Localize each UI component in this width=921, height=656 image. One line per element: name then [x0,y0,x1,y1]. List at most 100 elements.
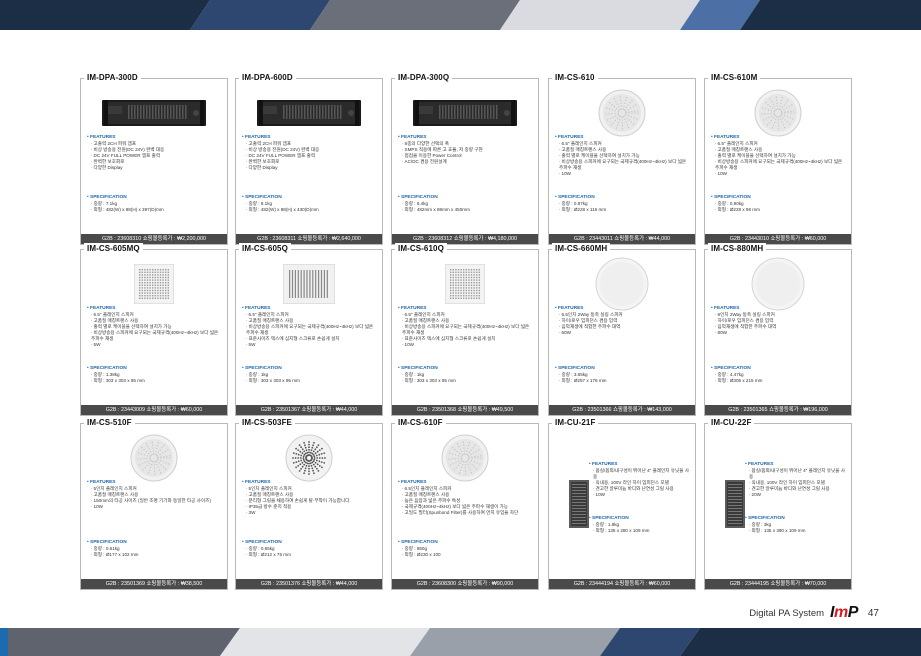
feature-item: 60W [559,330,691,336]
product-model: IM-CS-610F [395,417,446,429]
spec-section: • SPECIFICATION중량 : 6.4kg외형 : 482mm x 88… [398,195,534,213]
spec-item: 외형 : 482mm x 88mm x 450mm [402,207,534,213]
flat-round-speaker-icon [549,257,695,311]
price-bar: G2B : 23444194 쇼핑몰등록가 : ₩60,000 [549,579,695,589]
spec-section: • SPECIFICATION중량 : 1.38kg외형 : 303 x 303… [87,366,223,384]
spec-section: • SPECIFICATION중량 : 8.1kg외형 : 482(W) x 8… [242,195,378,213]
spec-item: 외형 : 482(W) x 88(H) x 430(D)mm [246,207,378,213]
feature-item: 10W [91,504,223,510]
spec-section: • SPECIFICATION중량 : 3.65kg외형 : Ø257 x 17… [555,366,691,384]
product-model: IM-CS-605Q [239,243,291,255]
price-bar: G2B : 23501366 쇼핑몰등록가 : ₩143,000 [549,405,695,415]
features-section: • FEATURES6.5" 플레인지 스피커고품질 매칭트랜스 사용출력 별로… [711,135,847,177]
product-card: IM-CS-503FE • FEATURES5인치 플레인지 스피커고품질 매칭트… [235,417,383,590]
feature-item: 10W [559,171,691,177]
price-bar: G2B : 23501376 쇼핑몰등록가 : ₩44,000 [236,579,382,589]
features-section: • FEATURES6.5인치 2Way 동축 실링 스피커하이/로우 임피던스… [555,306,691,336]
product-card: IM-CU-21F • FEATURES옵실/옵외/내구성이 뛰어난 4" 플레인… [548,417,696,590]
spec-item: 외형 : 303 x 303 x 95 mm [91,378,223,384]
product-model: IM-CS-660MH [552,243,611,255]
features-section: • FEATURES옵실/옵외/내구성이 뛰어난 4" 플레인지 유닛을 사용옥… [745,462,847,498]
spec-item: 외형 : Ø257 x 176 mm [559,378,691,384]
features-section: • FEATURES8인치 2Way 동축 실링 스피커하이/로우 임피던스 겸… [711,306,847,336]
spec-item: 외형 : Ø228 x 116 mm [559,207,691,213]
product-card: IM-CS-605MQ • FEATURES6.5" 플레인지 스피커고품질 매칭… [80,243,228,416]
feature-item: 80W [715,330,847,336]
product-card: IM-DPA-600D • FEATURES고출력 2CH 파워 앰프비상 방송용… [235,72,383,245]
spec-item: 외형 : 303 x 303 x 95 mm [246,378,378,384]
spec-item: 외형 : 135 x 280 x 109 mm [593,528,691,534]
product-model: IM-CS-610Q [395,243,447,255]
feature-item: AC/DC 겸용 전원설계 [402,159,534,165]
product-model: IM-CS-503FE [239,417,295,429]
feature-item: 150mm의 타공 사이즈 (일반 조명 기기와 동일한 타공 사이즈) [91,498,223,504]
round-dot-speaker-icon [236,432,382,484]
brand-logo: ImP [830,604,858,621]
feature-item: 비상방송용 스피커에 요구되는 국제규격(400Hz~4kHz) 보다 넓은 주… [559,159,691,171]
spec-section: • SPECIFICATION중량 : 0.61kg외형 : Ø177 x 10… [87,540,223,558]
spec-section: • SPECIFICATION중량 : 0.90kg외형 : Ø228 x 96… [711,195,847,213]
spec-section: • SPECIFICATION중량 : 850g외형 : Ø230 x 100 [398,540,534,558]
feature-item: 옵실/옵외/내구성이 뛰어난 4" 플레인지 유닛을 사용 [749,468,847,480]
product-model: IM-DPA-300Q [395,72,453,84]
rack-amplifier-icon [81,87,227,139]
product-model: IM-CS-880MH [708,243,767,255]
spec-section: • SPECIFICATION중량 : 0.87kg외형 : Ø228 x 11… [555,195,691,213]
square-grille-speaker-icon [392,258,538,310]
product-model: IM-DPA-600D [239,72,296,84]
product-card: IM-CS-510F • FEATURES5인치 플레인지 스피커고품질 매칭트랜… [80,417,228,590]
page-footer: Digital PA System ImP 47 [749,604,879,622]
spec-item: 외형 : Ø230 x 100 [402,552,534,558]
features-section: • FEATURES6.5인치 플레인지 스피커고품질 매칭트랜스 사용높은 음… [398,480,534,516]
spec-item: 외형 : Ø177 x 102 mm [91,552,223,558]
features-section: • FEATURES6.5" 플레인지 스피커고품질 매칭트랜스 사용비상방송용… [398,306,534,348]
price-bar: G2B : 23608300 쇼핑몰등록가 : ₩90,000 [392,579,538,589]
feature-item: 비상방송용 스피커에 요구되는 국제규격(400Hz~4kHz) 보다 넓은 주… [402,324,534,336]
spec-item: 외형 : Ø212 x 75 mm [246,552,378,558]
feature-item: 비상방송용 스피커에 요구되는 국제규격(400Hz~4kHz) 보다 넓은 주… [246,324,378,336]
product-model: IM-CU-22F [708,417,755,429]
product-model: IM-CU-21F [552,417,599,429]
product-model: IM-CS-510F [84,417,135,429]
spec-item: 외형 : Ø305 x 215 mm [715,378,847,384]
spec-section: • SPECIFICATION중량 : 1kg외형 : 303 x 303 x … [242,366,378,384]
spec-item: 외형 : 482(W) x 88(H) x 397(D)mm [91,207,223,213]
features-section: • FEATURES고출력 2CH 파워 앰프비상 방송용 전원(DC 24V)… [242,135,378,171]
product-card: IM-CS-660MH • FEATURES6.5인치 2Way 동축 실링 스피… [548,243,696,416]
price-bar: G2B : 23501369 쇼핑몰등록가 : ₩38,500 [81,579,227,589]
spec-section: • SPECIFICATION중량 : 4.47kg외형 : Ø305 x 21… [711,366,847,384]
spec-item: 외형 : 303 x 303 x 95 mm [402,378,534,384]
feature-item: 5W [246,342,378,348]
feature-item: 5W [91,342,223,348]
bottom-decor-bar [0,628,921,656]
product-card: IM-CS-610 • FEATURES6.5" 플레인지 스피커고품질 매칭트랜… [548,72,696,245]
feature-item: 10W [402,342,534,348]
product-model: IM-DPA-300D [84,72,141,84]
spec-item: 외형 : 135 x 390 x 109 mm [749,528,847,534]
features-section: • FEATURES5인치 플레인지 스피커고품질 매칭트랜스 사용분리형 그릴… [242,480,378,516]
round-ceiling-speaker-icon [81,432,227,484]
feature-item: 비상방송용 스피커에 요구되는 국제규격(400Hz~4kHz) 보다 넓은 주… [91,330,223,342]
feature-item: 비상방송용 스피커에 요구되는 국제규격(400Hz~4kHz) 보다 넓은 주… [715,159,847,171]
features-section: • FEATURES6.5" 플레인지 스피커고품질 매칭트랜스 사용출력 별로… [87,306,223,348]
spec-item: 외형 : Ø228 x 96 mm [715,207,847,213]
features-section: • FEATURES6.5" 플레인지 스피커고품질 매칭트랜스 사용비상방송용… [242,306,378,348]
product-model: IM-CS-605MQ [84,243,143,255]
feature-item: 20W [749,492,847,498]
product-model: IM-CS-610M [708,72,761,84]
feature-item: 다양한 Display [246,165,378,171]
features-section: • FEATURES옵실/옵외/내구성이 뛰어난 4" 플레인지 유닛을 사용옥… [589,462,691,498]
square-vent-speaker-icon [236,258,382,310]
footer-title: Digital PA System [749,607,825,619]
round-ceiling-speaker-icon [392,432,538,484]
feature-item: 다양한 Display [91,165,223,171]
spec-section: • SPECIFICATION중량 : 0.65kg외형 : Ø212 x 75… [242,540,378,558]
price-bar: G2B : 23501365 쇼핑몰등록가 : ₩196,000 [705,405,851,415]
flat-round-speaker-icon [705,257,851,311]
feature-item: 10W [593,492,691,498]
feature-item: 고밀도 필터(Spunbond Filter)를 사용하여 먼지 유입을 차단 [402,510,534,516]
feature-item: 옵실/옵외/내구성이 뛰어난 4" 플레인지 유닛을 사용 [593,468,691,480]
product-card: IM-CS-610Q • FEATURES6.5" 플레인지 스피커고품질 매칭트… [391,243,539,416]
product-card: IM-DPA-300Q • FEATURES8종의 다양한 선택의 폭SMPS 적… [391,72,539,245]
spec-section: • SPECIFICATION중량 : 3kg외형 : 135 x 390 x … [745,516,847,534]
